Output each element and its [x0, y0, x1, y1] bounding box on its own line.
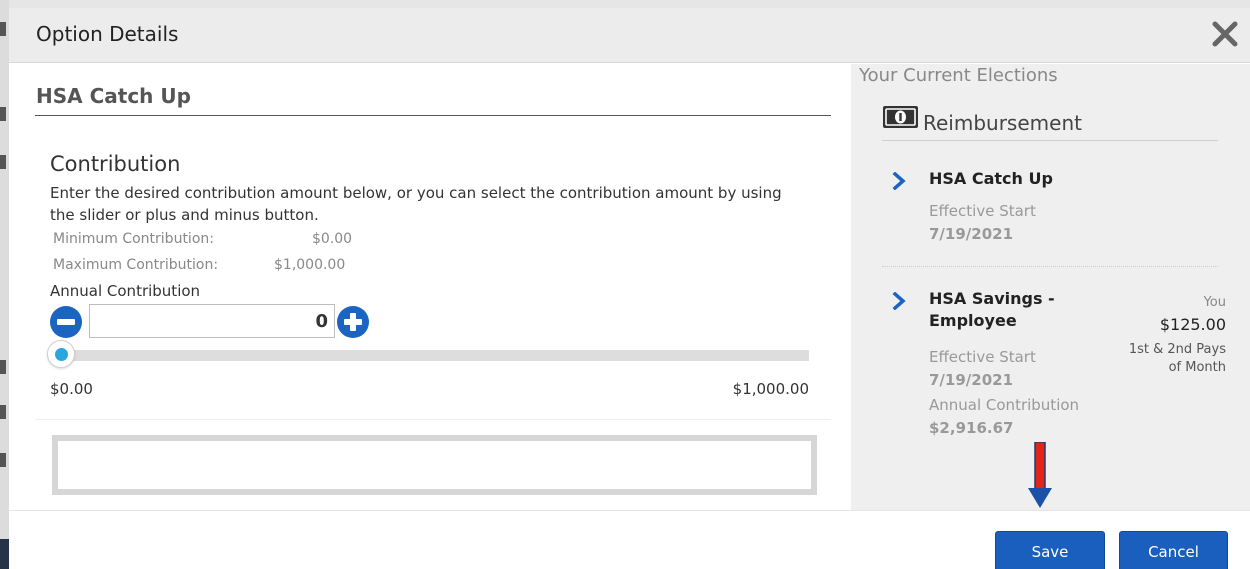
annual-contribution-input[interactable]: [89, 304, 335, 338]
pay-frequency: 1st & 2nd Pays of Month: [1116, 341, 1226, 377]
background-mark: [0, 453, 6, 467]
election-plan-name-line1: HSA Savings -: [929, 289, 1055, 308]
background-mark: [0, 107, 6, 121]
save-button[interactable]: Save: [995, 531, 1105, 569]
close-icon[interactable]: [1212, 21, 1238, 47]
effective-start-date: 7/19/2021: [929, 225, 1014, 243]
background-mark: [0, 360, 6, 374]
slider-min-label: $0.00: [50, 380, 93, 398]
chevron-right-icon[interactable]: [892, 171, 906, 191]
you-label: You: [1203, 295, 1226, 310]
contribution-heading: Contribution: [50, 152, 181, 176]
current-elections-title: Your Current Elections: [859, 65, 1058, 86]
title-divider: [35, 115, 831, 116]
background-mark: [0, 405, 6, 419]
annual-contribution-value: $2,916.67: [929, 419, 1014, 437]
per-pay-amount: $125.00: [1159, 315, 1226, 334]
minimum-contribution-row: Minimum Contribution: $0.00: [53, 231, 352, 247]
section-divider: [35, 419, 831, 420]
effective-start-date: 7/19/2021: [929, 371, 1014, 389]
background-page-top: [9, 0, 1250, 8]
cancel-button[interactable]: Cancel: [1119, 531, 1228, 569]
background-mark: [0, 155, 6, 169]
reimbursement-category: Reimbursement: [923, 111, 1082, 135]
money-bill-icon: [882, 104, 919, 130]
maximum-contribution-row: Maximum Contribution: $1,000.00: [53, 257, 345, 273]
empty-content-box: [52, 435, 817, 495]
election-plan-name[interactable]: HSA Savings - Employee: [929, 288, 1055, 332]
option-title: HSA Catch Up: [36, 84, 191, 108]
contribution-slider-track[interactable]: [51, 350, 809, 361]
minimum-contribution-label: Minimum Contribution:: [53, 231, 214, 247]
background-footer-block: [0, 539, 9, 569]
option-details-modal: Option Details HSA Catch Up Contribution…: [9, 8, 1250, 569]
annual-contribution-label: Annual Contribution: [50, 282, 201, 300]
effective-start-label: Effective Start: [929, 202, 1036, 220]
minimum-contribution-value: $0.00: [312, 231, 353, 247]
category-divider: [882, 140, 1218, 141]
slider-max-label: $1,000.00: [732, 380, 809, 398]
pay-frequency-line2: of Month: [1168, 360, 1226, 375]
background-mark: [0, 22, 6, 36]
annotation-arrow-down-icon: [1027, 441, 1053, 510]
election-plan-name-line2: Employee: [929, 311, 1017, 330]
option-detail-pane: HSA Catch Up Contribution Enter the desi…: [9, 64, 851, 510]
maximum-contribution-value: $1,000.00: [274, 257, 346, 273]
election-item-divider: [882, 266, 1218, 267]
effective-start-label: Effective Start: [929, 348, 1036, 366]
modal-title: Option Details: [36, 22, 179, 46]
election-plan-name[interactable]: HSA Catch Up: [929, 168, 1053, 190]
contribution-slider-handle[interactable]: [47, 340, 75, 368]
maximum-contribution-label: Maximum Contribution:: [53, 257, 219, 273]
pay-frequency-line1: 1st & 2nd Pays: [1128, 342, 1226, 357]
chevron-right-icon[interactable]: [892, 291, 906, 311]
increase-button[interactable]: [337, 306, 369, 338]
contribution-description: Enter the desired contribution amount be…: [50, 184, 782, 224]
decrease-button[interactable]: [50, 306, 82, 338]
footer-divider: [9, 510, 1250, 511]
modal-header: Option Details: [9, 8, 1250, 63]
annual-contribution-label: Annual Contribution: [929, 396, 1080, 414]
background-page-edge: [0, 0, 9, 569]
